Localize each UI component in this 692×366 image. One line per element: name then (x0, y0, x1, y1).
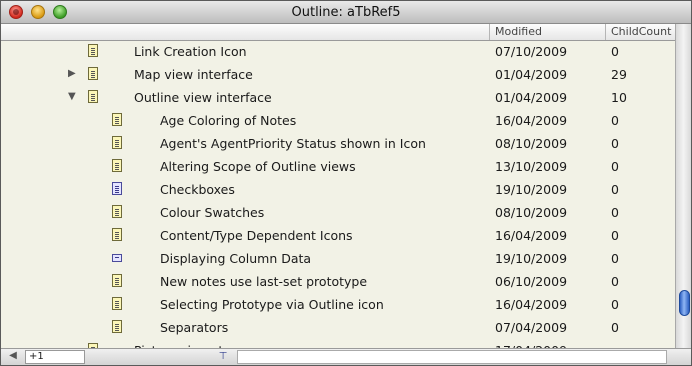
outline-row[interactable]: Altering Scope of Outline views 13/10/200… (1, 155, 675, 178)
note-icon[interactable] (112, 205, 122, 218)
row-name: Altering Scope of Outline views (160, 159, 356, 174)
row-childcount: 0 (611, 251, 619, 266)
row-childcount: 0 (611, 205, 619, 220)
note-icon[interactable] (88, 90, 98, 103)
outline-row[interactable]: Agent's AgentPriority Status shown in Ic… (1, 132, 675, 155)
note-icon[interactable] (88, 67, 98, 80)
row-modified: 19/10/2009 (495, 251, 568, 266)
row-name: Link Creation Icon (134, 44, 247, 59)
split-grip-icon[interactable]: ⊤ (215, 350, 231, 364)
row-name: Map view interface (134, 67, 253, 82)
row-childcount: 0 (611, 228, 619, 243)
row-childcount: 0 (611, 320, 619, 335)
outline-row[interactable]: Link Creation Icon 07/10/2009 0 (1, 41, 675, 63)
row-modified: 16/04/2009 (495, 113, 568, 128)
outline-row[interactable]: Separators 07/04/2009 0 (1, 316, 675, 339)
outline-rows: Link Creation Icon 07/10/2009 0 ▶ Map view i… (1, 41, 675, 348)
row-name: Colour Swatches (160, 205, 265, 220)
row-modified: 07/10/2009 (495, 44, 568, 59)
outline-row[interactable]: ▼ Outline view interface 01/04/2009 10 (1, 86, 675, 109)
note-icon[interactable] (112, 254, 122, 262)
row-name: Agent's AgentPriority Status shown in Ic… (160, 136, 426, 151)
row-modified: 01/04/2009 (495, 90, 568, 105)
row-childcount: 0 (611, 182, 619, 197)
row-modified: 13/10/2009 (495, 159, 568, 174)
row-name: Age Coloring of Notes (160, 113, 297, 128)
scrollbar-thumb[interactable] (679, 290, 690, 316)
row-modified: 19/10/2009 (495, 182, 568, 197)
column-header-modified[interactable]: Modified (489, 24, 605, 40)
row-name: Content/Type Dependent Icons (160, 228, 353, 243)
row-childcount: 0 (611, 44, 619, 59)
row-name: Displaying Column Data (160, 251, 312, 266)
column-header-childcount[interactable]: ChildCount (605, 24, 675, 40)
outline-row[interactable]: Checkboxes 19/10/2009 0 (1, 178, 675, 201)
note-icon[interactable] (112, 274, 122, 287)
row-childcount: 0 (611, 297, 619, 312)
horizontal-scroll-field[interactable] (237, 350, 667, 364)
note-icon[interactable] (112, 320, 122, 333)
row-name: Checkboxes (160, 182, 235, 197)
row-modified: 08/10/2009 (495, 205, 568, 220)
bottom-bar: ◀ +1 ⊤ (1, 348, 691, 365)
row-modified: 01/04/2009 (495, 67, 568, 82)
row-modified: 06/10/2009 (495, 274, 568, 289)
outline-row[interactable]: Colour Swatches 08/10/2009 0 (1, 201, 675, 224)
outline-row[interactable]: Displaying Column Data 19/10/2009 0 (1, 247, 675, 270)
row-name: Outline view interface (134, 90, 272, 105)
title-bar[interactable]: Outline: aTbRef5 (1, 1, 691, 24)
row-name: Separators (160, 320, 229, 335)
note-icon[interactable] (112, 113, 122, 126)
left-arrow-icon[interactable]: ◀ (5, 350, 21, 361)
note-icon[interactable] (112, 159, 122, 172)
row-modified: 07/04/2009 (495, 320, 568, 335)
row-childcount: 0 (611, 159, 619, 174)
row-childcount: 0 (611, 274, 619, 289)
note-icon[interactable] (112, 228, 122, 241)
note-icon[interactable] (88, 44, 98, 57)
column-header-name[interactable] (1, 24, 489, 40)
outline-window: Outline: aTbRef5 Modified ChildCount Lin… (0, 0, 692, 366)
row-childcount: 29 (611, 67, 627, 82)
row-name: Selecting Prototype via Outline icon (160, 297, 384, 312)
note-icon[interactable] (112, 297, 122, 310)
row-modified: 08/10/2009 (495, 136, 568, 151)
row-childcount: 0 (611, 113, 619, 128)
window-title: Outline: aTbRef5 (291, 5, 401, 20)
outline-row[interactable]: Age Coloring of Notes 16/04/2009 0 (1, 109, 675, 132)
disclosure-collapsed-icon[interactable]: ▶ (68, 69, 78, 79)
row-childcount: 0 (611, 136, 619, 151)
row-childcount: 10 (611, 90, 627, 105)
outline-row[interactable]: Content/Type Dependent Icons 16/04/2009 0 (1, 224, 675, 247)
outline-row[interactable]: Selecting Prototype via Outline icon 16/0… (1, 293, 675, 316)
note-icon[interactable] (112, 136, 122, 149)
outline-row[interactable]: ▶ Map view interface 01/04/2009 29 (1, 63, 675, 86)
zoom-field[interactable]: +1 (25, 350, 85, 364)
outline-row[interactable]: Pictures in notes17/04/2009 (1, 339, 675, 348)
row-name: New notes use last-set prototype (160, 274, 368, 289)
note-icon[interactable] (112, 182, 122, 195)
outline-row[interactable]: New notes use last-set prototype 06/10/20… (1, 270, 675, 293)
row-modified: 16/04/2009 (495, 228, 568, 243)
row-modified: 16/04/2009 (495, 297, 568, 312)
column-header: Modified ChildCount (1, 24, 675, 41)
disclosure-expanded-icon[interactable]: ▼ (68, 92, 78, 102)
vertical-scrollbar[interactable] (675, 24, 691, 349)
